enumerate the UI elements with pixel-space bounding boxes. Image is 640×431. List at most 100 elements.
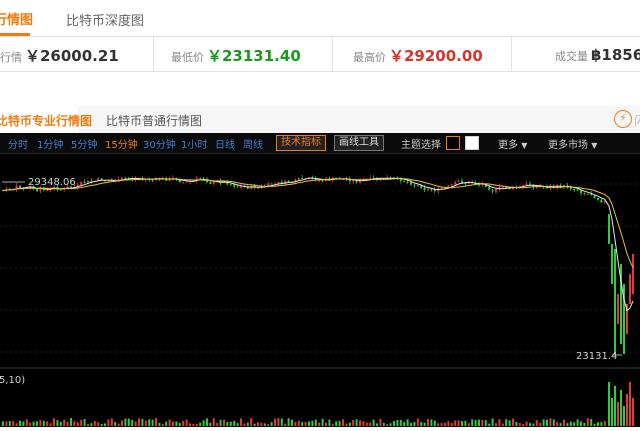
volume-bar bbox=[342, 419, 344, 426]
volume-bar bbox=[573, 422, 576, 426]
volume-bar bbox=[53, 418, 55, 426]
tab-basic-chart[interactable]: 比特币普通行情图 bbox=[106, 112, 202, 129]
candlestick-chart[interactable]: 29348.06 23131.4 5,10) bbox=[0, 154, 640, 427]
volume-bar bbox=[134, 421, 137, 426]
volume-bar bbox=[161, 423, 164, 426]
stats-bar: 最新行情￥26000.21 最低价￥23131.40 最高价￥29200.00 … bbox=[0, 37, 640, 72]
volume-bar bbox=[450, 422, 453, 426]
more-menu[interactable]: 更多 ▼ bbox=[498, 136, 527, 151]
volume-bar bbox=[243, 423, 246, 426]
volume-bar bbox=[32, 421, 35, 426]
volume-bar bbox=[216, 423, 219, 426]
candle-body bbox=[321, 180, 324, 182]
volume-bar bbox=[372, 419, 375, 426]
volume-bar bbox=[93, 421, 96, 426]
interval-30min[interactable]: 30分钟 bbox=[143, 136, 176, 151]
spacer bbox=[0, 72, 640, 106]
volume-bar bbox=[464, 420, 467, 426]
candle-body bbox=[209, 182, 212, 184]
interval-1min[interactable]: 1分钟 bbox=[37, 136, 63, 151]
volume-bar bbox=[379, 418, 382, 426]
volume-bar bbox=[549, 418, 552, 426]
candle-body bbox=[611, 244, 613, 284]
volume-bar bbox=[389, 423, 392, 426]
candle-body bbox=[597, 198, 599, 200]
volume-bar bbox=[192, 423, 195, 426]
candle-body bbox=[124, 178, 127, 179]
volume-bar bbox=[512, 418, 514, 426]
candle-body bbox=[80, 181, 83, 185]
candle-body bbox=[59, 189, 62, 191]
chevron-down-icon: ▼ bbox=[591, 141, 598, 150]
candle-body bbox=[491, 189, 494, 192]
tab-pro-chart[interactable]: 比特币专业行情图 bbox=[0, 106, 92, 133]
volume-bar bbox=[291, 419, 293, 426]
interval-15min[interactable]: 15分钟 bbox=[105, 136, 138, 151]
volume-bar bbox=[80, 419, 83, 426]
volume-bar bbox=[138, 418, 140, 426]
volume-bar bbox=[2, 421, 4, 426]
candle-body bbox=[614, 249, 616, 354]
volume-bar bbox=[39, 420, 42, 426]
tab-depth-chart[interactable]: 比特币深度图 bbox=[66, 10, 144, 29]
candle-body bbox=[233, 184, 236, 187]
volume-bar bbox=[284, 423, 287, 426]
chevron-down-icon: ▼ bbox=[521, 141, 528, 150]
candles-layer bbox=[2, 175, 634, 354]
volume-bar bbox=[515, 421, 518, 426]
volume-bar bbox=[580, 421, 582, 426]
theme-dark-swatch[interactable] bbox=[446, 136, 460, 150]
volume-bar bbox=[195, 423, 198, 426]
volume-bar bbox=[294, 422, 297, 426]
tab-price-chart[interactable]: 行情图 bbox=[0, 9, 33, 28]
volume-bar bbox=[478, 419, 480, 426]
volume-bar bbox=[362, 421, 365, 426]
volume-bar bbox=[382, 422, 385, 426]
stat-divider bbox=[511, 37, 512, 71]
interval-day[interactable]: 日线 bbox=[215, 136, 235, 151]
chart-type-tabs: 比特币专业行情图 比特币普通行情图 ⚡ 闪 bbox=[0, 106, 640, 134]
volume-bar bbox=[301, 421, 304, 426]
volume-bar bbox=[318, 422, 321, 426]
volume-bar bbox=[623, 406, 625, 426]
volume-bar bbox=[155, 418, 157, 426]
stat-value-high: ￥29200.00 bbox=[389, 47, 483, 65]
volume-bar bbox=[525, 421, 528, 426]
tech-indicator-button[interactable]: 技术指标 bbox=[276, 135, 326, 151]
interval-timeline[interactable]: 分时 bbox=[8, 136, 28, 151]
volume-bar bbox=[608, 382, 610, 426]
interval-week[interactable]: 周线 bbox=[243, 136, 263, 151]
theme-light-swatch[interactable] bbox=[465, 136, 479, 150]
lightning-icon[interactable]: ⚡ bbox=[614, 110, 632, 128]
volume-bar bbox=[376, 423, 378, 426]
volume-bar bbox=[206, 418, 208, 426]
volume-bar bbox=[583, 422, 586, 426]
volume-bar bbox=[365, 422, 368, 426]
volume-bar bbox=[546, 419, 548, 426]
volume-bar bbox=[226, 421, 229, 426]
candle-body bbox=[600, 199, 603, 203]
candle-body bbox=[287, 181, 290, 183]
stat-value-volume: ฿1856 bbox=[591, 46, 640, 64]
volume-bar bbox=[321, 418, 324, 426]
volume-bar bbox=[403, 422, 406, 426]
volume-bar bbox=[199, 422, 202, 426]
interval-5min[interactable]: 5分钟 bbox=[71, 136, 97, 151]
more-markets-menu[interactable]: 更多市场 ▼ bbox=[548, 136, 597, 151]
candle-body bbox=[36, 188, 38, 192]
volume-bar bbox=[124, 418, 127, 426]
lightning-label[interactable]: 闪 bbox=[634, 112, 640, 129]
volume-bar bbox=[202, 420, 205, 426]
tab-active-underline bbox=[0, 33, 30, 36]
volume-bar bbox=[430, 419, 433, 426]
volume-bar bbox=[576, 419, 579, 426]
candle-body bbox=[270, 183, 273, 185]
low-price-label: 23131.4 bbox=[576, 351, 617, 362]
volume-bar bbox=[614, 386, 616, 426]
draw-tools-button[interactable]: 画线工具 bbox=[334, 135, 384, 151]
interval-1hour[interactable]: 1小时 bbox=[181, 136, 207, 151]
candle-body bbox=[212, 181, 215, 184]
volume-bar bbox=[229, 421, 232, 426]
volume-bar bbox=[444, 423, 446, 426]
volume-bar bbox=[121, 420, 123, 426]
